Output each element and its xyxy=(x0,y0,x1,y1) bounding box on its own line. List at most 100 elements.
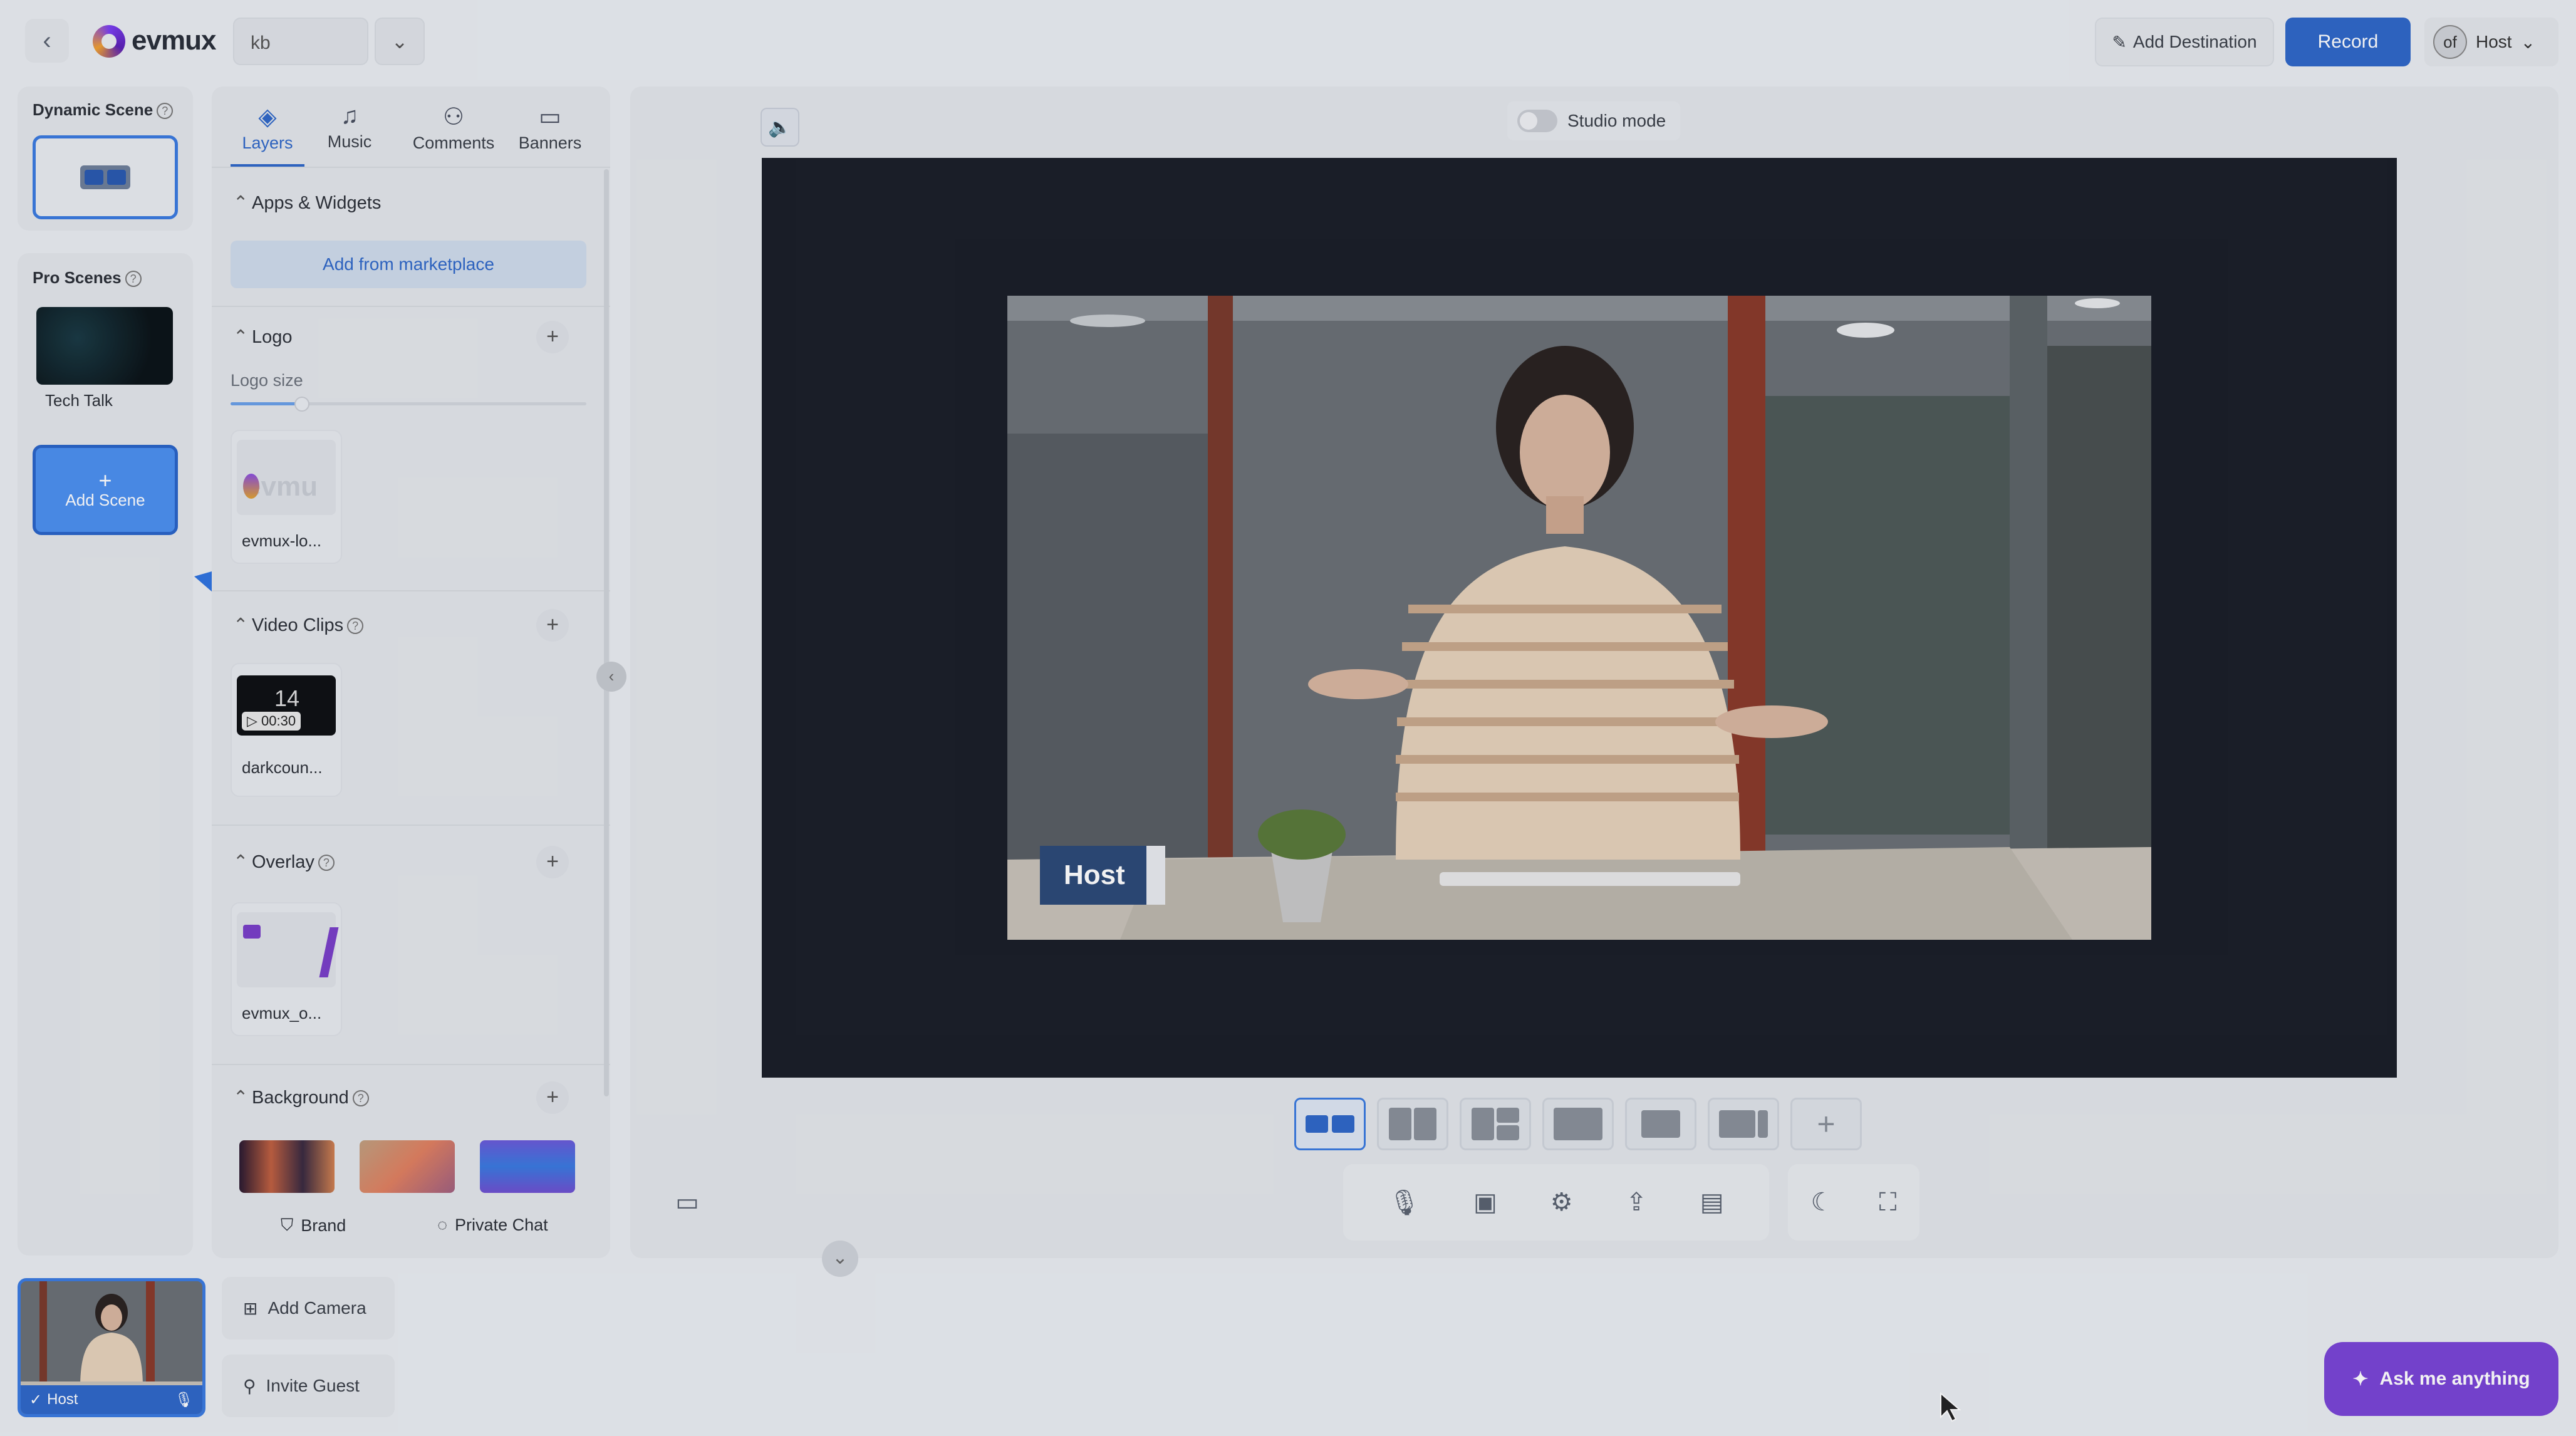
host-video-image xyxy=(1007,296,2151,940)
add-video-clip-button[interactable]: + xyxy=(536,609,569,642)
name-tag-accent xyxy=(1146,846,1165,905)
logo-size-slider[interactable] xyxy=(231,397,586,412)
add-destination-button[interactable]: ✎ Add Destination xyxy=(2095,18,2274,66)
section-title: Overlay xyxy=(252,852,314,872)
media-file-icon[interactable]: ▤ xyxy=(1700,1188,1724,1217)
help-icon[interactable]: ? xyxy=(318,855,335,871)
section-title: Logo xyxy=(252,327,293,347)
monitor-icon: ▭ xyxy=(675,1189,699,1216)
apps-widgets-section-header[interactable]: ⌃ Apps & Widgets xyxy=(233,192,381,214)
camera-icon[interactable]: ▣ xyxy=(1473,1188,1497,1217)
record-button[interactable]: Record xyxy=(2285,18,2411,66)
panel-scrollbar[interactable] xyxy=(604,169,609,1096)
overlay-mark-icon xyxy=(243,925,261,939)
help-icon[interactable]: ? xyxy=(157,103,174,120)
studio-mode-switch[interactable]: Studio mode xyxy=(1507,101,1680,140)
tab-comments[interactable]: ⚇ Comments xyxy=(410,103,497,153)
two-up-layout-icon xyxy=(1306,1115,1354,1133)
avatar: of xyxy=(2433,25,2467,59)
two-up-layout-icon xyxy=(80,165,130,189)
layout-single[interactable] xyxy=(1625,1098,1696,1150)
share-screen-icon[interactable]: ⇪ xyxy=(1626,1188,1647,1217)
microphone-icon[interactable]: 🎙 xyxy=(175,1391,194,1409)
overlay-section-header[interactable]: ⌃ Overlay? xyxy=(233,851,335,873)
divider xyxy=(212,590,610,591)
user-label: Host xyxy=(2476,32,2512,51)
private-chat-button[interactable]: ◌ Private Chat xyxy=(437,1215,548,1235)
add-scene-button[interactable]: + Add Scene xyxy=(33,445,178,535)
room-select-field[interactable]: kb xyxy=(233,18,368,65)
layout-split[interactable] xyxy=(1377,1098,1448,1150)
add-from-marketplace-button[interactable]: Add from marketplace xyxy=(231,241,586,288)
help-icon[interactable]: ? xyxy=(352,1090,369,1107)
brand-label: Brand xyxy=(301,1215,346,1235)
check-icon: ✓ xyxy=(29,1391,43,1408)
dark-mode-moon-icon[interactable]: ☾ xyxy=(1811,1188,1834,1217)
slider-handle[interactable] xyxy=(294,397,309,412)
background-thumbnail[interactable] xyxy=(239,1140,335,1193)
fullscreen-icon[interactable]: ⛶ xyxy=(1879,1189,1896,1217)
microphone-icon[interactable]: 🎙 xyxy=(1388,1188,1420,1217)
asset-name: evmux-lo... xyxy=(242,531,322,550)
chevron-up-icon: ⌃ xyxy=(233,327,249,347)
layers-panel: ◈ Layers ♫ Music ⚇ Comments ▭ Banners ⌃ A… xyxy=(212,86,610,1258)
pro-scenes-heading: Pro Scenes? xyxy=(33,268,142,288)
ask-ai-label: Ask me anything xyxy=(2379,1368,2530,1389)
layout-sidebar[interactable] xyxy=(1708,1098,1779,1150)
add-overlay-button[interactable]: + xyxy=(536,846,569,878)
video-clip-item[interactable]: 14 ▷ 00:30 darkcoun... xyxy=(231,663,342,797)
chevron-up-icon: ⌃ xyxy=(233,615,249,635)
toggle-switch[interactable] xyxy=(1517,110,1557,132)
layout-two-up[interactable] xyxy=(1294,1098,1366,1150)
video-clips-section-header[interactable]: ⌃ Video Clips? xyxy=(233,614,364,636)
pencil-icon: ✎ xyxy=(2112,32,2127,52)
background-thumbnail[interactable] xyxy=(480,1140,575,1193)
private-chat-label: Private Chat xyxy=(455,1215,548,1234)
add-background-button[interactable]: + xyxy=(536,1081,569,1114)
help-icon[interactable]: ? xyxy=(125,271,142,288)
play-icon: ▷ xyxy=(247,713,262,729)
screen-display-button[interactable]: ▭ xyxy=(650,1164,724,1241)
add-layout-button[interactable]: + xyxy=(1790,1098,1862,1150)
dynamic-scene-thumbnail[interactable] xyxy=(33,135,178,219)
tab-layers[interactable]: ◈ Layers xyxy=(231,103,304,153)
layout-grid[interactable] xyxy=(1460,1098,1531,1150)
host-camera-tile[interactable]: ✓ Host 🎙 xyxy=(18,1278,205,1417)
layout-picker: + xyxy=(1294,1098,1862,1155)
split-layout-icon xyxy=(1389,1108,1436,1140)
user-menu[interactable]: of Host ⌄ xyxy=(2424,18,2558,66)
expand-down-button[interactable]: ⌄ xyxy=(822,1241,858,1277)
add-logo-button[interactable]: + xyxy=(536,321,569,353)
settings-gear-icon[interactable]: ⚙ xyxy=(1550,1188,1573,1217)
brand-button[interactable]: ⛉ Brand xyxy=(281,1215,346,1236)
room-dropdown-button[interactable]: ⌄ xyxy=(375,18,425,65)
audio-toggle-button[interactable]: 🔈 xyxy=(761,108,799,147)
layers-icon: ◈ xyxy=(258,104,277,130)
background-section-header[interactable]: ⌃ Background? xyxy=(233,1086,369,1108)
logo-asset-item[interactable]: evmu evmux-lo... xyxy=(231,430,342,564)
layout-picture-in-picture[interactable] xyxy=(1542,1098,1614,1150)
chevron-down-icon: ⌄ xyxy=(832,1247,848,1268)
add-camera-label: Add Camera xyxy=(267,1298,366,1318)
invite-guest-button[interactable]: ⚲ Invite Guest xyxy=(222,1355,395,1417)
chevron-left-icon: ‹ xyxy=(608,667,615,685)
grid-layout-icon xyxy=(1472,1108,1519,1140)
divider xyxy=(212,167,610,168)
logo-size-label: Logo size xyxy=(231,371,303,390)
collapse-panel-button[interactable]: ‹ xyxy=(596,662,626,692)
divider xyxy=(212,1064,610,1065)
background-thumbnail[interactable] xyxy=(360,1140,455,1193)
camera-plus-icon: ⊞ xyxy=(243,1298,258,1318)
ask-ai-button[interactable]: ✦ Ask me anything xyxy=(2324,1342,2558,1416)
tab-banners[interactable]: ▭ Banners xyxy=(512,103,588,153)
overlay-item[interactable]: evmux_o... xyxy=(231,902,342,1036)
panel-footer: ⛉ Brand ◌ Private Chat xyxy=(212,1202,610,1258)
back-button[interactable]: ‹ xyxy=(25,19,69,63)
asset-name: evmux_o... xyxy=(242,1004,322,1022)
tab-music[interactable]: ♫ Music xyxy=(318,103,381,152)
help-icon[interactable]: ? xyxy=(347,618,364,635)
tech-talk-scene-thumbnail[interactable] xyxy=(36,307,173,385)
logo-section-header[interactable]: ⌃ Logo xyxy=(233,326,293,348)
add-camera-button[interactable]: ⊞ Add Camera xyxy=(222,1277,395,1340)
speaker-icon: 🔈 xyxy=(768,117,792,138)
